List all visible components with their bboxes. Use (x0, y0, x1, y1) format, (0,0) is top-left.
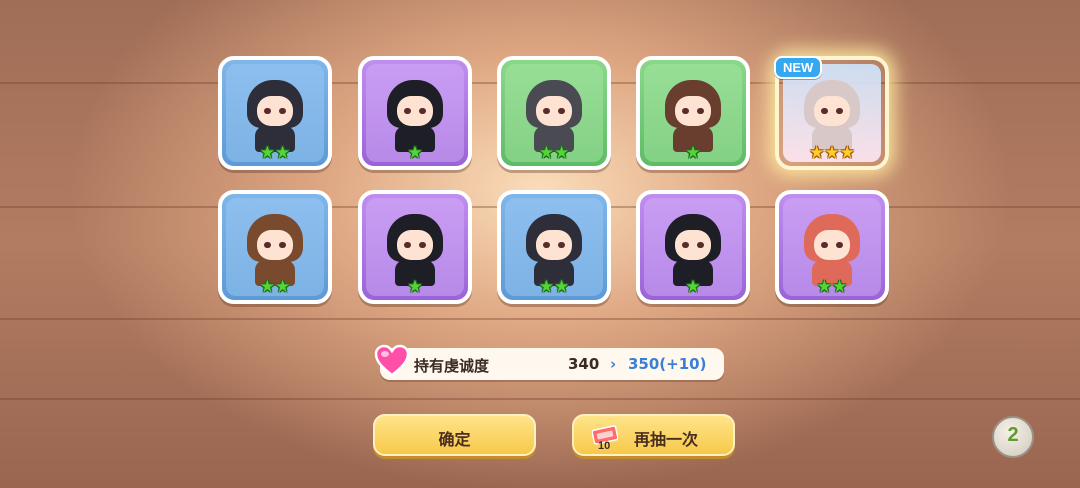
character-portrait (804, 80, 860, 152)
rarity-stars: ★★ (222, 144, 328, 162)
character-portrait (526, 80, 582, 152)
rarity-stars: ★★ (501, 278, 607, 296)
piety-new-value: 350(+10) (628, 355, 707, 373)
star-icon: ★ (832, 277, 848, 297)
wood-plank-line (0, 398, 1080, 400)
heart-icon (374, 344, 410, 377)
speed-toggle-icon: 2 (1007, 424, 1019, 446)
star-icon: ★ (538, 143, 554, 163)
draw-result-grid: ★★ ★ ★★ ★ ★★★ ★★ ★ ★★ ★ ★★ (218, 56, 898, 308)
character-card[interactable]: ★ (358, 190, 472, 304)
rarity-stars: ★★ (222, 278, 328, 296)
character-card[interactable]: ★★ (218, 190, 332, 304)
star-icon: ★ (407, 143, 423, 163)
star-icon: ★ (538, 277, 554, 297)
speed-toggle-button[interactable]: 2 (992, 416, 1034, 458)
confirm-button[interactable]: 确定 (373, 414, 536, 456)
star-icon: ★ (554, 143, 570, 163)
character-portrait (526, 214, 582, 286)
star-icon: ★ (259, 277, 275, 297)
rarity-stars: ★ (640, 144, 746, 162)
piety-label: 持有虔诚度 (414, 357, 490, 375)
star-icon: ★ (275, 277, 291, 297)
character-card[interactable]: ★ (636, 56, 750, 170)
draw-cost: 10 (598, 440, 611, 452)
star-icon: ★ (816, 277, 832, 297)
star-icon: ★ (275, 143, 291, 163)
star-icon: ★ (839, 143, 855, 163)
character-card[interactable]: ★ (358, 56, 472, 170)
character-card[interactable]: ★★ (497, 190, 611, 304)
character-card[interactable]: ★★ (497, 56, 611, 170)
character-card[interactable]: ★ (636, 190, 750, 304)
star-icon: ★ (809, 143, 825, 163)
star-icon: ★ (407, 277, 423, 297)
character-card[interactable]: ★★ (218, 56, 332, 170)
star-icon: ★ (554, 277, 570, 297)
rarity-stars: ★ (362, 278, 468, 296)
rarity-stars: ★★ (501, 144, 607, 162)
rarity-stars: ★ (362, 144, 468, 162)
star-icon: ★ (685, 143, 701, 163)
character-portrait (247, 80, 303, 152)
star-icon: ★ (824, 143, 840, 163)
wood-plank-line (0, 318, 1080, 320)
rarity-stars: ★★★ (779, 144, 885, 162)
piety-current-value: 340 (568, 355, 600, 373)
new-badge: NEW (774, 56, 823, 79)
character-portrait (665, 214, 721, 286)
character-portrait (247, 214, 303, 286)
star-icon: ★ (259, 143, 275, 163)
draw-again-button[interactable]: 10 再抽一次 (572, 414, 735, 456)
character-card[interactable]: ★★ (775, 190, 889, 304)
arrow-right-icon: › (610, 355, 617, 373)
character-portrait (665, 80, 721, 152)
rarity-stars: ★ (640, 278, 746, 296)
star-icon: ★ (685, 277, 701, 297)
draw-again-label: 再抽一次 (634, 430, 699, 449)
piety-bar: 持有虔诚度 340 › 350(+10) (380, 348, 724, 380)
confirm-button-label: 确定 (438, 430, 471, 449)
character-portrait (387, 80, 443, 152)
rarity-stars: ★★ (779, 278, 885, 296)
character-portrait (804, 214, 860, 286)
character-portrait (387, 214, 443, 286)
